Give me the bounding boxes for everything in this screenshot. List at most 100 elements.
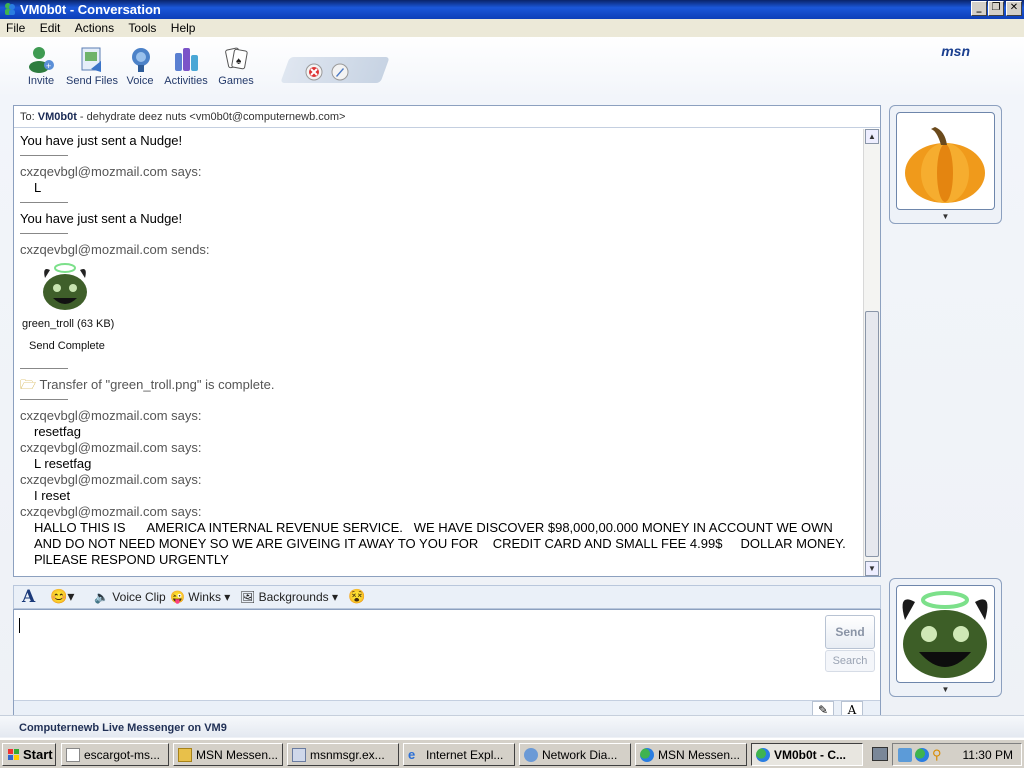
voice-icon — [132, 48, 150, 72]
folder-icon — [178, 748, 192, 762]
task-conversation[interactable]: VM0b0t - C... — [751, 743, 863, 766]
windows-flag-icon — [8, 749, 19, 760]
invite-icon: + — [29, 47, 54, 73]
format-bar: A 😊▾ 🔈 Voice Clip 😜 Winks ▾ 🖼 Background… — [13, 585, 881, 609]
contact-name[interactable]: VM0b0t — [38, 111, 77, 123]
menu-file[interactable]: File — [0, 19, 30, 35]
start-label: Start — [23, 747, 53, 762]
menu-actions[interactable]: Actions — [69, 19, 119, 35]
task-label: MSN Messen... — [196, 748, 279, 762]
invite-label: Invite — [27, 75, 55, 87]
picture-icon: 🖼 — [240, 590, 256, 604]
emoticon-icon[interactable]: 😊▾ — [50, 588, 74, 605]
backgrounds-button[interactable]: 🖼 Backgrounds ▾ — [240, 590, 338, 604]
task-label: msnmsgr.ex... — [310, 748, 385, 762]
task-msn-messenger[interactable]: MSN Messen... — [635, 743, 747, 766]
task-msnmsgr[interactable]: msnmsgr.ex... — [287, 743, 399, 766]
start-button[interactable]: Start — [2, 743, 56, 766]
messenger-app-icon — [5, 3, 15, 15]
voice-label: Voice — [126, 75, 154, 87]
menu-edit[interactable]: Edit — [34, 19, 66, 35]
send-files-label: Send Files — [66, 75, 118, 87]
green-troll-picture — [896, 585, 995, 683]
menu-bar: File Edit Actions Tools Help — [0, 19, 1024, 37]
task-label: MSN Messen... — [658, 748, 741, 762]
transfer-text: Transfer of "green_troll.png" is complet… — [39, 377, 275, 392]
task-escargot[interactable]: escargot-ms... — [61, 743, 169, 766]
chevron-down-icon[interactable]: ▼ — [942, 685, 950, 694]
green-troll-icon — [902, 591, 988, 678]
green-troll-thumbnail[interactable] — [40, 262, 90, 312]
send-button[interactable]: Send — [825, 615, 875, 649]
close-button[interactable]: ✕ — [1006, 1, 1022, 16]
send-files-icon — [81, 47, 101, 72]
font-icon[interactable]: A — [22, 587, 35, 607]
network-tray-icon[interactable] — [898, 748, 912, 762]
contact-display-picture[interactable]: ▼ — [889, 105, 1002, 224]
divider — [20, 399, 68, 400]
own-display-picture[interactable]: ▼ — [889, 578, 1002, 697]
menu-tools[interactable]: Tools — [122, 19, 161, 35]
voice-button[interactable]: Voice — [126, 45, 154, 87]
minimize-button[interactable]: _ — [971, 1, 987, 16]
message-text: HALLO THIS IS AMERICA INTERNAL REVENUE S… — [34, 520, 850, 567]
task-msn-folder[interactable]: MSN Messen... — [173, 743, 283, 766]
text-caret — [19, 618, 20, 633]
task-label: VM0b0t - C... — [774, 748, 847, 762]
search-tray-icon[interactable]: ⚲ — [932, 747, 942, 763]
games-icon: ♠ — [225, 47, 248, 70]
to-bar: To: VM0b0t - dehydrate deez nuts <vm0b0t… — [14, 106, 880, 128]
activities-icon — [175, 48, 198, 71]
block-icon[interactable] — [305, 63, 323, 81]
contact-detail: - dehydrate deez nuts <vm0b0t@computerne… — [76, 111, 346, 123]
activities-button[interactable]: Activities — [163, 45, 209, 87]
customize-icon[interactable] — [331, 63, 349, 81]
svg-text:♠: ♠ — [236, 56, 242, 67]
nudge-icon[interactable]: 😵 — [348, 588, 365, 605]
conversation-window: + Invite Send Files Voice Activities ♠ G… — [0, 37, 1024, 738]
sender-line: cxzqevbgl@mozmail.com says: — [20, 472, 202, 487]
transfer-notice: 🗁 Transfer of "green_troll.png" is compl… — [20, 377, 858, 393]
winks-button[interactable]: 😜 Winks ▾ — [170, 590, 230, 604]
task-internet-explorer[interactable]: e Internet Expl... — [403, 743, 515, 766]
clock: 11:30 PM — [962, 748, 1013, 762]
send-files-button[interactable]: Send Files — [66, 45, 118, 87]
taskbar: Start escargot-ms... MSN Messen... msnms… — [0, 738, 1024, 768]
notepad-icon — [66, 748, 80, 762]
message-text: L resetfag — [34, 456, 92, 471]
voice-clip-button[interactable]: 🔈 Voice Clip — [94, 590, 166, 604]
divider — [20, 202, 68, 203]
search-button[interactable]: Search — [825, 650, 875, 672]
title-bar: VM0b0t - Conversation _ ❐ ✕ — [0, 0, 1024, 19]
sender-line: cxzqevbgl@mozmail.com says: — [20, 164, 202, 179]
menu-help[interactable]: Help — [165, 19, 201, 35]
conversation-icon — [756, 748, 770, 762]
chevron-down-icon[interactable]: ▼ — [942, 212, 950, 221]
voice-clip-label: Voice Clip — [112, 590, 166, 604]
pumpkin-icon — [905, 127, 985, 203]
task-network-diagnostics[interactable]: Network Dia... — [519, 743, 631, 766]
message-input[interactable]: Send Search ✎ A — [13, 609, 881, 721]
sender-line: cxzqevbgl@mozmail.com says: — [20, 440, 202, 455]
scroll-down-arrow[interactable]: ▼ — [865, 561, 879, 576]
nudge-notice: You have just sent a Nudge! — [20, 211, 183, 226]
send-complete-status: Send Complete — [29, 340, 105, 352]
message-history[interactable]: You have just sent a Nudge! cxzqevbgl@mo… — [14, 129, 864, 576]
scroll-thumb[interactable] — [865, 311, 879, 557]
msn-logo: msn — [941, 43, 970, 59]
keyboard-icon[interactable] — [872, 747, 888, 761]
window-title: VM0b0t - Conversation — [20, 2, 161, 17]
scroll-up-arrow[interactable]: ▲ — [865, 129, 879, 144]
games-button[interactable]: ♠ Games — [218, 45, 254, 87]
games-label: Games — [218, 75, 254, 87]
restore-button[interactable]: ❐ — [988, 1, 1004, 16]
history-scrollbar[interactable]: ▲ ▼ — [863, 129, 880, 576]
messenger-tray-icon[interactable] — [915, 748, 929, 762]
file-icon — [292, 748, 306, 762]
invite-button[interactable]: + Invite — [24, 45, 58, 87]
divider — [20, 368, 68, 369]
divider — [20, 233, 68, 234]
wink-icon: 😜 — [170, 590, 185, 604]
sender-line: cxzqevbgl@mozmail.com sends: — [20, 242, 210, 257]
messenger-icon — [640, 748, 654, 762]
